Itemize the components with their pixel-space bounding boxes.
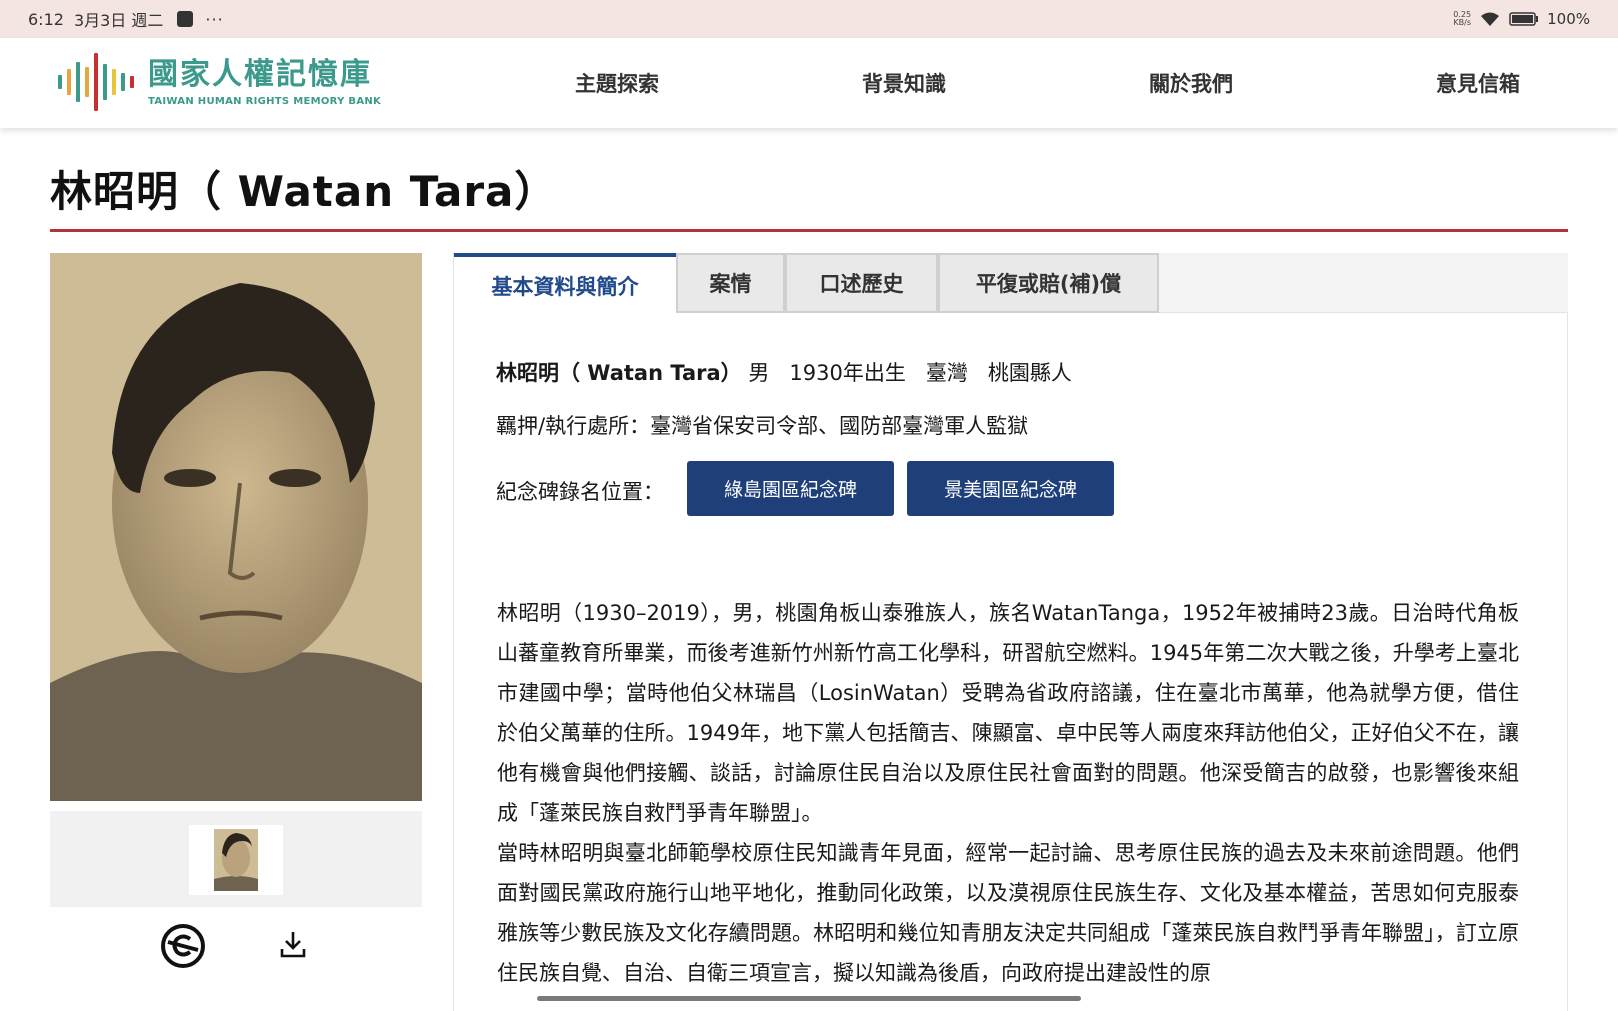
- app-notification-icon: [177, 11, 194, 27]
- photo-thumbnail[interactable]: [189, 825, 283, 895]
- site-logo[interactable]: 國家人權記憶庫 TAIWAN HUMAN RIGHTS MEMORY BANK: [58, 50, 381, 114]
- logo-bar: [130, 76, 134, 88]
- biography: 林昭明（1930–2019），男，桃園角板山泰雅族人，族名WatanTanga，…: [497, 593, 1519, 993]
- detention-info: 羈押/執行處所：臺灣省保安司令部、國防部臺灣軍人監獄: [496, 410, 1028, 440]
- tab-bar: 基本資料與簡介 案情 口述歷史 平復或賠(補)償: [454, 253, 1568, 314]
- detail-panel: 基本資料與簡介 案情 口述歷史 平復或賠(補)償 林昭明（ Watan Tara…: [453, 253, 1568, 1011]
- page-title: 林昭明（ Watan Tara）: [50, 167, 558, 216]
- tab-compensation[interactable]: 平復或賠(補)償: [938, 253, 1159, 313]
- thumbnail-strip: [50, 811, 422, 907]
- no-copyright-icon[interactable]: [160, 923, 206, 973]
- logo-bar: [112, 69, 116, 95]
- detention-value: 臺灣省保安司令部、國防部臺灣軍人監獄: [650, 414, 1029, 438]
- logo-bar: [85, 67, 89, 97]
- nav-item-feedback[interactable]: 意見信箱: [1436, 68, 1520, 98]
- profile-summary: 林昭明（ Watan Tara） 男 1930年出生 臺灣 桃園縣人: [496, 357, 1072, 387]
- logo-text: 國家人權記憶庫 TAIWAN HUMAN RIGHTS MEMORY BANK: [148, 56, 382, 107]
- title-divider: [50, 229, 1568, 232]
- logo-bars-icon: [58, 50, 134, 114]
- jingmei-memorial-button[interactable]: 景美園區紀念碑: [907, 461, 1114, 516]
- site-header: 主題探索 背景知識 關於我們 意見信箱 國家人權記憶庫 TAIWAN HUMAN…: [0, 38, 1618, 128]
- profile-name: 林昭明（ Watan Tara）: [496, 361, 742, 385]
- status-date: 3月3日 週二: [73, 11, 164, 30]
- download-icon[interactable]: [279, 929, 307, 963]
- logo-bar: [121, 73, 125, 91]
- logo-bar: [58, 75, 62, 89]
- bio-paragraph-2: 當時林昭明與臺北師範學校原住民知識青年見面，經常一起討論、思考原住民族的過去及未…: [497, 841, 1519, 985]
- net-speed-indicator: 0.25 KB/s: [1453, 11, 1471, 27]
- green-island-memorial-button[interactable]: 綠島園區紀念碑: [687, 461, 894, 516]
- nav-item-topics[interactable]: 主題探索: [575, 68, 659, 98]
- memorial-label: 紀念碑錄名位置：: [496, 480, 664, 504]
- net-speed-unit: KB/s: [1453, 18, 1471, 27]
- home-indicator[interactable]: [537, 996, 1081, 1001]
- profile-gender: 男: [748, 361, 770, 385]
- logo-bar: [103, 64, 107, 100]
- tab-basic-info[interactable]: 基本資料與簡介: [454, 253, 676, 314]
- nav-item-about[interactable]: 關於我們: [1149, 68, 1233, 98]
- battery-icon: [1509, 12, 1539, 26]
- profile-born: 1930年出生: [789, 361, 906, 385]
- system-status-bar: 6:12 3月3日 週二 ··· 0.25 KB/s 100%: [0, 0, 1618, 38]
- status-time: 6:12: [28, 9, 64, 29]
- logo-bar: [67, 69, 71, 95]
- detention-label: 羈押/執行處所：: [496, 414, 651, 438]
- profile-county: 桃園縣人: [987, 361, 1072, 385]
- bio-paragraph-1: 林昭明（1930–2019），男，桃園角板山泰雅族人，族名WatanTanga，…: [497, 601, 1519, 825]
- portrait-photo[interactable]: [50, 253, 422, 801]
- thumbnail-image: [214, 829, 258, 891]
- status-overflow: ···: [205, 9, 224, 29]
- logo-bar: [94, 53, 98, 111]
- logo-subtitle: TAIWAN HUMAN RIGHTS MEMORY BANK: [148, 95, 382, 107]
- tab-oral-history[interactable]: 口述歷史: [785, 253, 938, 313]
- status-left: 6:12 3月3日 週二 ···: [28, 7, 224, 31]
- tab-case[interactable]: 案情: [676, 253, 785, 313]
- logo-title: 國家人權記憶庫: [148, 56, 372, 92]
- logo-bar: [76, 62, 80, 102]
- nav-item-background[interactable]: 背景知識: [862, 68, 946, 98]
- portrait-illustration: [50, 253, 422, 801]
- battery-level: 100%: [1547, 10, 1590, 28]
- wifi-icon: [1479, 11, 1501, 27]
- profile-region: 臺灣: [925, 361, 968, 385]
- status-right: 0.25 KB/s 100%: [1453, 10, 1590, 28]
